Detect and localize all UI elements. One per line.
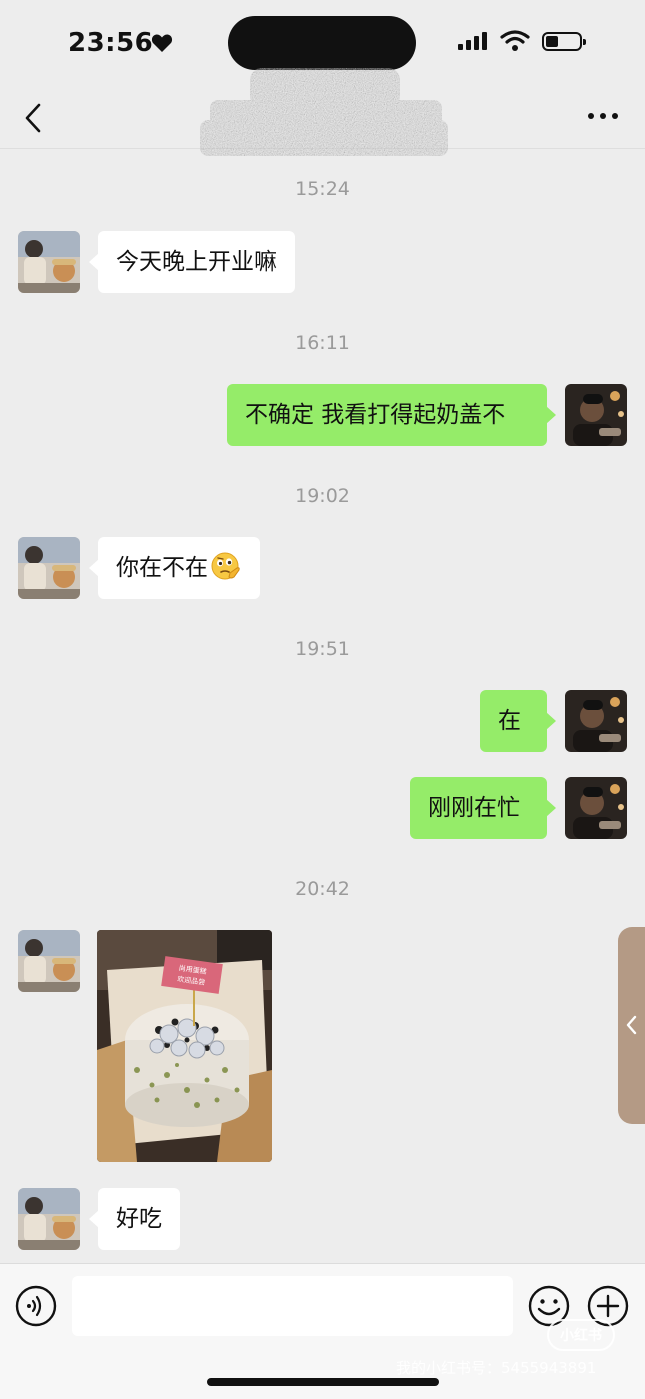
contact-avatar[interactable] [18,537,80,599]
contact-avatar[interactable] [18,930,80,992]
message-bubble-outgoing[interactable]: 刚刚在忙 [410,777,556,839]
contact-avatar[interactable] [18,1188,80,1250]
my-avatar[interactable] [565,777,627,839]
dynamic-island [228,16,416,70]
message-timestamp: 16:11 [295,332,350,354]
message-timestamp: 20:42 [295,878,350,900]
contact-avatar[interactable] [18,231,80,293]
message-timestamp: 19:51 [295,638,350,660]
home-indicator [207,1378,439,1386]
heart-icon [151,34,173,52]
chevron-left-icon[interactable] [20,100,48,136]
cake-photo-message[interactable]: 尚用蛋糕 欢迎品尝 [97,930,272,1162]
message-bubble-incoming[interactable]: 好吃 [89,1188,180,1250]
wifi-icon [500,30,530,51]
message-input[interactable] [72,1276,513,1336]
message-bubble-outgoing[interactable]: 不确定 我看打得起奶盖不 [227,384,556,446]
xiaohongshu-watermark-text: 我的小红书号：5455943891 [396,1359,597,1377]
message-bubble-outgoing[interactable]: 在 [480,690,556,752]
message-timestamp: 19:02 [295,485,350,507]
thinking-face-icon [211,552,240,579]
message-text: 你在不在 [116,555,208,581]
more-icon[interactable] [586,106,620,126]
redacted-contact-name [200,68,448,156]
my-avatar[interactable] [565,690,627,752]
chat-nav-bar [0,68,645,156]
voice-icon[interactable] [15,1285,57,1327]
xiaohongshu-watermark-logo: 小红书 [547,1319,615,1351]
chevron-left-icon [626,1015,637,1035]
message-bubble-incoming[interactable]: 你在不在 [89,537,260,599]
status-time: 23:56 [68,28,154,58]
message-timestamp: 15:24 [295,178,350,200]
battery-icon [542,32,586,51]
composer-bar: 小红书 我的小红书号：5455943891 [0,1263,645,1399]
my-avatar[interactable] [565,384,627,446]
signal-icon [458,32,487,50]
side-panel-tab[interactable] [618,927,645,1124]
message-bubble-incoming[interactable]: 今天晚上开业嘛 [89,231,295,293]
